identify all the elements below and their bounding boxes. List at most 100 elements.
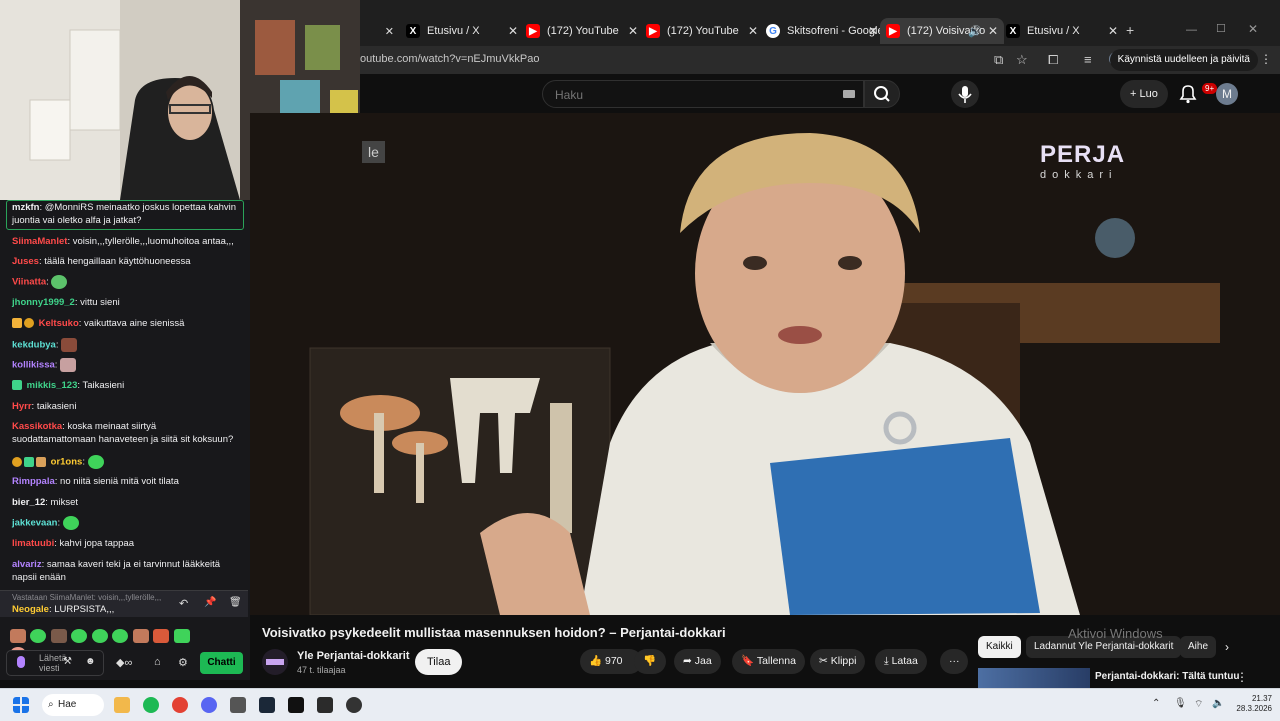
media-control-icon[interactable]: ≡ <box>1084 52 1092 67</box>
share-button[interactable]: ➦ Jaa <box>674 649 721 674</box>
emote-icon[interactable] <box>132 628 149 643</box>
tray-chevron-icon[interactable]: ⌃ <box>1152 698 1160 709</box>
chat-username[interactable]: alvariz <box>12 559 42 570</box>
tab-youtube-1[interactable]: ▶ (172) YouTube ✕ <box>520 18 644 44</box>
discord-icon[interactable] <box>201 697 217 713</box>
taskbar-search[interactable]: ⌕ Hae <box>42 694 104 716</box>
account-avatar[interactable]: M <box>1216 83 1238 105</box>
close-icon[interactable]: ✕ <box>988 24 998 38</box>
chat-username[interactable]: Keltsuko <box>39 318 79 329</box>
file-explorer-icon[interactable] <box>114 697 130 713</box>
tab-google[interactable]: G Skitsofreni - Google ✕ <box>760 18 884 44</box>
bookmark-star-icon[interactable]: ☆ <box>1016 52 1028 68</box>
video-player[interactable]: le PERJA dokkari <box>250 113 1280 615</box>
chat-username[interactable]: jhonny1999_2 <box>12 297 75 308</box>
create-button[interactable]: + Luo <box>1120 80 1168 108</box>
subscribe-button[interactable]: Tilaa <box>415 649 463 675</box>
emote-icon[interactable] <box>153 628 170 643</box>
dislike-button[interactable]: 👎 <box>634 649 666 674</box>
chip-all[interactable]: Kaikki <box>978 636 1021 658</box>
channel-avatar[interactable] <box>262 649 288 675</box>
close-icon[interactable]: ✕ <box>1108 24 1118 38</box>
chat-username[interactable]: Juses <box>12 256 39 267</box>
windows-start-icon[interactable] <box>13 697 29 713</box>
menu-kebab-icon[interactable]: ⋮ <box>1236 670 1248 684</box>
bits-icon[interactable]: ◆∞ <box>116 656 132 669</box>
emote-icon[interactable] <box>173 628 190 643</box>
store-icon[interactable] <box>230 697 246 713</box>
keyboard-icon[interactable] <box>843 90 855 98</box>
search-input[interactable] <box>553 87 837 103</box>
chat-username[interactable]: jakkevaan <box>12 518 57 529</box>
notifications-bell-icon[interactable] <box>1176 82 1200 106</box>
save-button[interactable]: 🔖 Tallenna <box>732 649 805 674</box>
recommendation-thumbnail[interactable] <box>978 668 1090 688</box>
emote-icon[interactable] <box>91 628 108 643</box>
chat-username[interactable]: mzkfn <box>12 202 39 213</box>
extensions-icon[interactable]: ⧠ <box>1048 52 1058 68</box>
restart-update-button[interactable]: Käynnistä uudelleen ja päivitä <box>1109 49 1258 71</box>
shop-icon[interactable]: ⌂ <box>154 656 161 668</box>
maximize-icon[interactable]: ☐ <box>1216 22 1226 35</box>
obs-icon[interactable] <box>346 697 362 713</box>
download-button[interactable]: ⤓ Lataa <box>875 649 927 674</box>
chat-username[interactable]: Viinatta <box>12 277 46 288</box>
settings-gear-icon[interactable]: ⚙ <box>178 656 188 669</box>
pin-icon[interactable]: 📌 <box>204 597 216 608</box>
tray-mic-icon[interactable]: 🎙 <box>1174 698 1187 709</box>
tab-x-1[interactable]: X Etusivu / X ✕ <box>400 18 524 44</box>
magic-icon[interactable]: ⚒ <box>63 656 72 667</box>
emote-icon[interactable] <box>10 628 26 643</box>
emote-icon[interactable] <box>112 628 129 643</box>
tab-x-2[interactable]: X Etusivu / X ✕ <box>1000 18 1124 44</box>
chat-username[interactable]: limatuubi <box>12 538 54 549</box>
search-box[interactable] <box>542 80 864 108</box>
channel-name[interactable]: Yle Perjantai-dokkarit <box>297 650 410 662</box>
search-button[interactable] <box>864 80 900 108</box>
close-icon[interactable]: ✕ <box>748 24 758 38</box>
chat-input[interactable]: Lähetä viesti ⚒ ☻ <box>6 650 104 676</box>
close-icon[interactable]: ✕ <box>628 24 638 38</box>
voice-search-button[interactable] <box>951 80 979 108</box>
emote-icon[interactable] <box>71 628 88 643</box>
chip-topic[interactable]: Aihe <box>1180 636 1217 658</box>
chat-username[interactable]: Kassikotka <box>12 421 62 432</box>
trash-icon[interactable]: 🗑 <box>229 597 242 608</box>
spotify-icon[interactable] <box>143 697 159 713</box>
recommendation-title[interactable]: Perjantai-dokkari: Tältä tuntuu <box>1095 671 1239 682</box>
rl-app-icon[interactable] <box>317 697 333 713</box>
chat-username[interactable]: kollikissa <box>12 360 55 371</box>
tab-youtube-active[interactable]: ▶ (172) Voisivatko 🔊 ✕ <box>880 18 1004 44</box>
new-tab-icon[interactable]: + <box>1126 22 1134 38</box>
chat-username[interactable]: SiimaManlet <box>12 236 67 247</box>
chrome-icon[interactable] <box>172 697 188 713</box>
chat-username[interactable]: or1ons <box>51 457 83 468</box>
menu-kebab-icon[interactable]: ⋮ <box>1260 52 1272 66</box>
tab-youtube-2[interactable]: ▶ (172) YouTube ✕ <box>640 18 764 44</box>
close-icon[interactable]: ✕ <box>385 25 394 38</box>
tab-partial[interactable]: ✕ <box>360 18 400 44</box>
install-app-icon[interactable]: ⧉ <box>994 52 1003 68</box>
more-actions-button[interactable]: ··· <box>940 649 968 674</box>
url-field[interactable]: outube.com/watch?v=nEJmuVkkPao <box>360 53 539 65</box>
system-clock[interactable]: 21.37 28.3.2026 <box>1236 694 1272 714</box>
minimize-icon[interactable]: — <box>1186 24 1197 36</box>
like-button[interactable]: 👍 970 <box>580 649 642 674</box>
chevron-right-icon[interactable]: › <box>1225 640 1229 654</box>
emote-icon[interactable] <box>50 628 67 643</box>
steam-icon[interactable] <box>259 697 275 713</box>
clip-button[interactable]: ✂ Klippi <box>810 649 866 674</box>
network-icon[interactable]: ⌔ <box>1194 698 1203 711</box>
chat-username[interactable]: Rimppala <box>12 476 55 487</box>
x-app-icon[interactable] <box>288 697 304 713</box>
chat-username[interactable]: Hyrr <box>12 401 32 412</box>
speaker-icon[interactable]: 🔊 <box>968 25 982 38</box>
chat-username[interactable]: mikkis_123 <box>27 380 78 391</box>
chat-username[interactable]: bier_12 <box>12 497 45 508</box>
microphone-icon[interactable] <box>17 656 25 668</box>
volume-icon[interactable]: 🔈 <box>1212 698 1224 709</box>
reply-icon[interactable]: ↶ <box>179 597 188 610</box>
chat-username[interactable]: Neogale <box>12 604 49 615</box>
emoji-icon[interactable]: ☻ <box>85 656 96 667</box>
close-icon[interactable]: ✕ <box>868 24 878 38</box>
